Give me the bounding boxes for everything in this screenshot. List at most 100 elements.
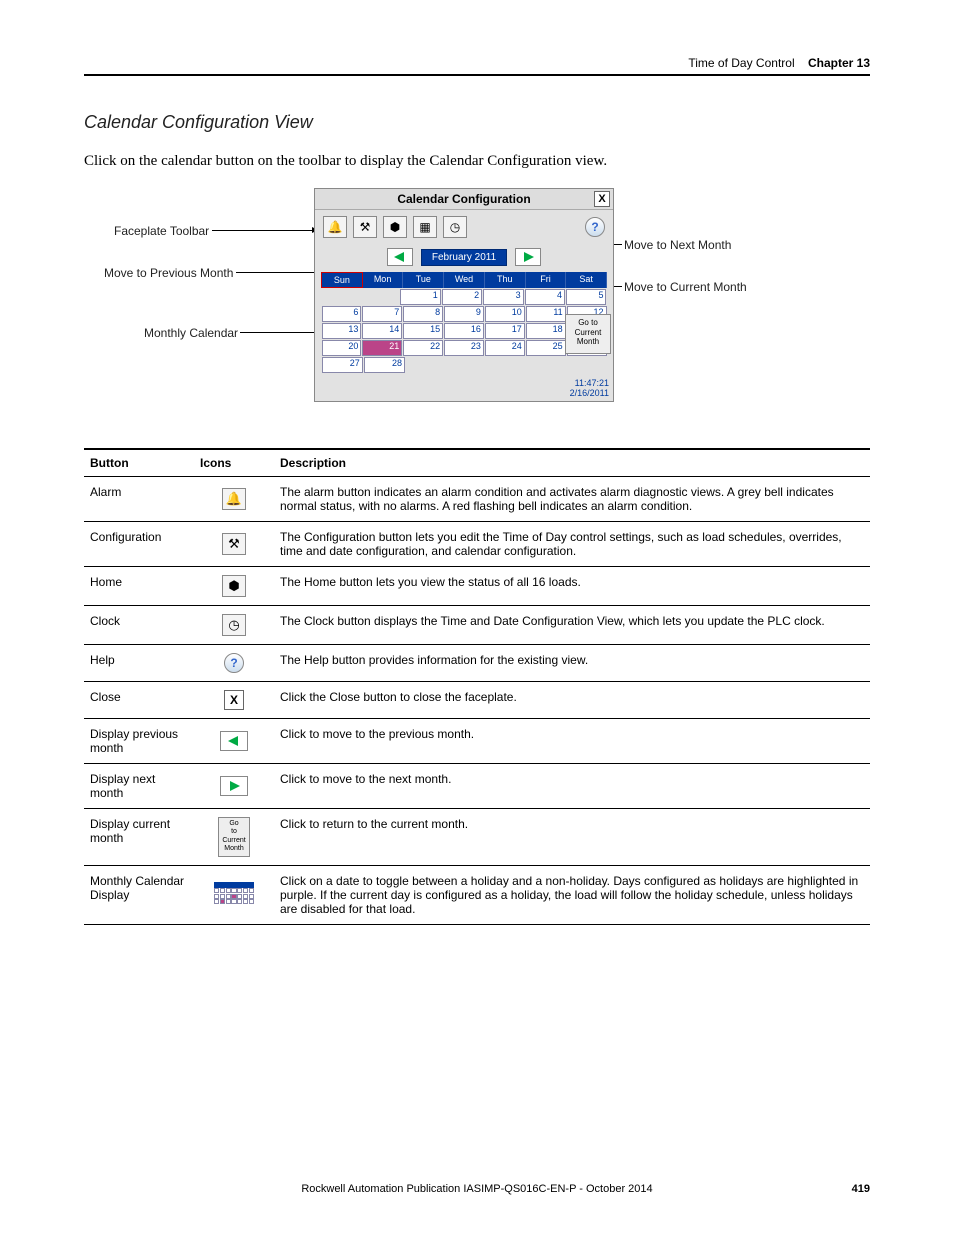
clock-icon: ◷: [450, 220, 460, 234]
calendar-day-cell[interactable]: 2: [442, 289, 482, 305]
timestamp: 11:47:21 2/16/2011: [570, 379, 609, 399]
calendar-day-cell[interactable]: 14: [362, 323, 402, 339]
calendar-day-cell: [446, 357, 485, 373]
calendar-day-cell[interactable]: 6: [322, 306, 362, 322]
icon-cell: GotoCurrentMonth: [194, 809, 274, 866]
month-label: February 2011: [421, 249, 507, 266]
calendar-day-cell[interactable]: 9: [444, 306, 484, 322]
table-row: Monthly Calendar DisplayClick on a date …: [84, 865, 870, 924]
icon-cell: ◷: [194, 606, 274, 645]
callout-monthly: Monthly Calendar: [144, 326, 238, 340]
close-button[interactable]: X: [594, 191, 610, 207]
alarm-button[interactable]: 🔔: [323, 216, 347, 238]
faceplate-title-bar: Calendar Configuration X: [315, 189, 613, 210]
calendar-day-cell[interactable]: 18: [526, 323, 566, 339]
icon-cell: [194, 764, 274, 809]
calendar-day-cell[interactable]: 16: [444, 323, 484, 339]
faceplate-toolbar: 🔔 ⚒ ⬢ ▦ ◷ ?: [315, 210, 613, 244]
calendar-day-cell[interactable]: 27: [322, 357, 363, 373]
button-name: Help: [84, 645, 194, 682]
faceplate-body: February 2011 Go to Current Month SunMon…: [315, 244, 613, 401]
calendar-day-cell[interactable]: 23: [444, 340, 484, 356]
calendar-day-cell[interactable]: 21: [362, 340, 402, 356]
th-button: Button: [84, 449, 194, 477]
close-icon: X: [224, 690, 244, 710]
callout-line: [240, 332, 316, 333]
close-icon: X: [598, 193, 605, 205]
calendar-diagram: Faceplate Toolbar Move to Previous Month…: [84, 188, 870, 428]
icon-cell: [194, 865, 274, 924]
config-button[interactable]: ⚒: [353, 216, 377, 238]
th-icons: Icons: [194, 449, 274, 477]
calendar-day-cell[interactable]: 10: [485, 306, 525, 322]
calendar-day-cell[interactable]: 8: [403, 306, 443, 322]
calendar-day-cell[interactable]: 1: [400, 289, 440, 305]
calendar-day-cell[interactable]: 3: [483, 289, 523, 305]
goto-month-icon: GotoCurrentMonth: [218, 817, 249, 857]
calendar-day-cell[interactable]: 4: [525, 289, 565, 305]
button-name: Alarm: [84, 477, 194, 522]
calendar-day-cell[interactable]: 28: [364, 357, 405, 373]
calendar-day-cell[interactable]: 25: [526, 340, 566, 356]
calendar-day-cell[interactable]: 24: [485, 340, 525, 356]
chevron-left-icon: [394, 252, 406, 262]
icon-cell: 🔔: [194, 477, 274, 522]
description-cell: The alarm button indicates an alarm cond…: [274, 477, 870, 522]
goto-current-month-button[interactable]: Go to Current Month: [565, 314, 611, 354]
description-cell: The Clock button displays the Time and D…: [274, 606, 870, 645]
calendar-day-cell[interactable]: 5: [566, 289, 606, 305]
clock-button[interactable]: ◷: [443, 216, 467, 238]
description-cell: Click to move to the next month.: [274, 764, 870, 809]
calendar-day-cell: [361, 289, 399, 305]
table-row: Home⬢The Home button lets you view the s…: [84, 567, 870, 606]
description-cell: The Configuration button lets you edit t…: [274, 522, 870, 567]
icon-cell: [194, 719, 274, 764]
icon-cell: ⚒: [194, 522, 274, 567]
calendar-day-cell[interactable]: 17: [485, 323, 525, 339]
button-name: Close: [84, 682, 194, 719]
calendar-day-cell: [527, 357, 566, 373]
callout-current: Move to Current Month: [624, 280, 747, 294]
description-cell: Click to move to the previous month.: [274, 719, 870, 764]
day-header: Fri: [526, 272, 567, 288]
calendar-day-cell[interactable]: 11: [526, 306, 566, 322]
bell-icon: 🔔: [222, 488, 246, 510]
help-button[interactable]: ?: [585, 217, 605, 237]
next-month-button[interactable]: [515, 248, 541, 266]
button-name: Monthly Calendar Display: [84, 865, 194, 924]
calendar-day-cell[interactable]: 22: [403, 340, 443, 356]
calendar-day-cell[interactable]: 13: [322, 323, 362, 339]
calendar-day-cell: [406, 357, 445, 373]
chevron-left-icon: [220, 731, 248, 751]
button-name: Configuration: [84, 522, 194, 567]
table-row: Clock◷The Clock button displays the Time…: [84, 606, 870, 645]
document-page: Time of Day Control Chapter 13 Calendar …: [0, 0, 954, 1235]
faceplate-window: Calendar Configuration X 🔔 ⚒ ⬢ ▦ ◷ ? Feb…: [314, 188, 614, 402]
page-footer: Rockwell Automation Publication IASIMP-Q…: [84, 1183, 870, 1195]
calendar-day-cell[interactable]: 15: [403, 323, 443, 339]
header-section: Time of Day Control: [688, 56, 794, 70]
button-name: Clock: [84, 606, 194, 645]
help-icon: ?: [591, 220, 598, 234]
calendar-day-cell[interactable]: 20: [322, 340, 362, 356]
button-name: Display previous month: [84, 719, 194, 764]
icon-cell: X: [194, 682, 274, 719]
calendar-day-cell[interactable]: 7: [362, 306, 402, 322]
wrench-icon: ⚒: [360, 220, 371, 234]
callout-toolbar: Faceplate Toolbar: [114, 224, 209, 238]
button-name: Home: [84, 567, 194, 606]
wrench-icon: ⚒: [222, 533, 246, 555]
day-header: Mon: [363, 272, 404, 288]
chevron-right-icon: [220, 776, 248, 796]
description-cell: Click the Close button to close the face…: [274, 682, 870, 719]
callout-prev: Move to Previous Month: [104, 266, 233, 280]
faceplate-title: Calendar Configuration: [397, 192, 530, 206]
calendar-button[interactable]: ▦: [413, 216, 437, 238]
prev-month-button[interactable]: [387, 248, 413, 266]
calendar-day-cell: [567, 357, 606, 373]
home-button[interactable]: ⬢: [383, 216, 407, 238]
description-cell: Click to return to the current month.: [274, 809, 870, 866]
help-icon: ?: [224, 653, 244, 673]
footer-pub: Rockwell Automation Publication IASIMP-Q…: [84, 1183, 870, 1195]
button-name: Display next month: [84, 764, 194, 809]
